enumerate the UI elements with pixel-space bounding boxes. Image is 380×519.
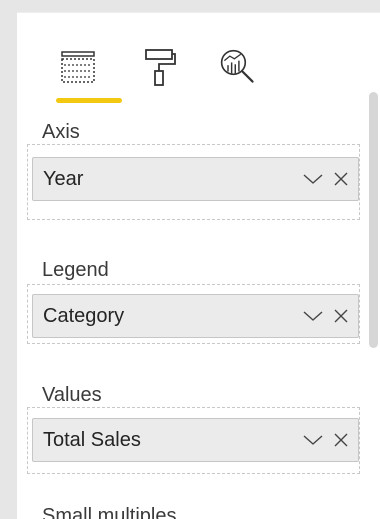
axis-field-name: Year — [43, 167, 84, 190]
legend-field-name: Category — [43, 304, 125, 327]
visualizations-pane: Axis Year Legend Category Values Total S… — [17, 12, 380, 519]
format-paint-roller-icon — [145, 49, 176, 86]
legend-label: Legend — [42, 259, 109, 281]
chevron-down-icon[interactable] — [302, 305, 324, 327]
remove-field-icon[interactable] — [330, 168, 352, 190]
tab-format[interactable] — [140, 46, 180, 88]
small-multiples-label: Small multiples — [42, 505, 177, 519]
remove-field-icon[interactable] — [330, 305, 352, 327]
chevron-down-icon[interactable] — [302, 168, 324, 190]
tab-analytics[interactable] — [218, 46, 258, 88]
vertical-scrollbar[interactable] — [369, 92, 379, 519]
values-field-name: Total Sales — [43, 428, 141, 451]
values-field-chip[interactable]: Total Sales — [32, 418, 359, 462]
tab-fields[interactable] — [58, 46, 98, 88]
fields-icon — [61, 51, 95, 83]
legend-field-chip[interactable]: Category — [32, 294, 359, 338]
axis-field-chip[interactable]: Year — [32, 157, 359, 201]
chevron-down-icon[interactable] — [302, 429, 324, 451]
remove-field-icon[interactable] — [330, 429, 352, 451]
active-tab-indicator — [56, 98, 122, 103]
analytics-magnifier-icon — [220, 49, 254, 83]
pane-top-divider — [17, 12, 380, 13]
scrollbar-thumb[interactable] — [369, 92, 378, 348]
values-label: Values — [42, 384, 102, 406]
axis-label: Axis — [42, 121, 80, 143]
